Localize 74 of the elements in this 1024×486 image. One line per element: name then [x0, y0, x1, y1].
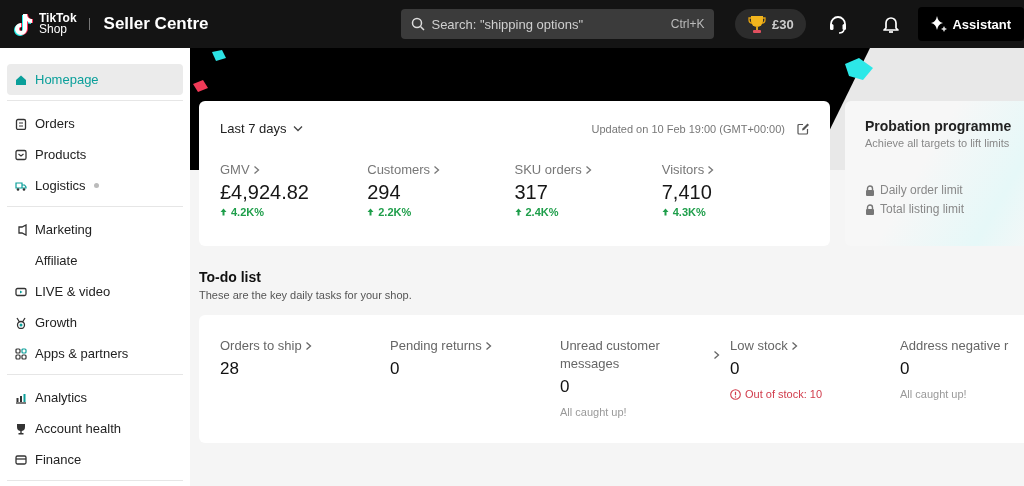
sidebar-item[interactable]: Affiliate: [7, 245, 183, 276]
chevron-icon: [252, 164, 260, 175]
chevron-icon: [433, 164, 441, 175]
sidebar-item[interactable]: Finance: [7, 444, 183, 475]
caret-icon: [292, 125, 303, 132]
task-label[interactable]: Low stock: [730, 337, 788, 355]
task-count: 0: [730, 359, 741, 379]
tray-icon: [15, 148, 27, 161]
metric-value: £4,924.82: [220, 181, 310, 204]
sidebar-item[interactable]: Growth: [7, 307, 183, 338]
metric-label[interactable]: Visitors: [661, 162, 705, 177]
sidebar-item[interactable]: LIVE & video: [7, 276, 183, 307]
megaphone-icon: [15, 223, 27, 236]
task-count: 0: [560, 377, 571, 397]
truck-icon: [15, 179, 27, 192]
sidebar-item[interactable]: Analytics: [7, 382, 183, 413]
metric-label[interactable]: Customers: [367, 162, 431, 177]
sidebar-item[interactable]: Account health: [7, 413, 183, 444]
shortcut-hint: Ctrl+K: [670, 17, 705, 31]
card-title: Probation programme: [865, 118, 1013, 134]
logo-text: Shop: [39, 24, 69, 35]
limit-label: Total listing limit: [880, 202, 965, 216]
task-note: All caught up!: [560, 406, 627, 418]
task-count: 0: [900, 359, 911, 379]
metric-change: 4.3K%: [672, 206, 706, 218]
assistant-button[interactable]: Assistant: [918, 7, 1024, 41]
task-label: Address negative r: [900, 337, 1009, 355]
trophy-icon: [748, 14, 767, 34]
task-count: 0: [390, 359, 401, 379]
site-title: Seller Centre: [103, 14, 209, 34]
section-subtitle: These are the key daily tasks for your shop.: [199, 289, 413, 301]
home-icon: [15, 73, 27, 86]
search-icon: [411, 17, 426, 31]
clipboard-icon: [15, 117, 27, 130]
alert-icon: [730, 388, 741, 400]
task-label[interactable]: Unread customer messages: [560, 337, 700, 373]
bar-chart-icon: [15, 391, 27, 404]
headset-icon[interactable]: [828, 14, 849, 34]
task-label[interactable]: Pending returns: [390, 337, 482, 355]
metric-change: 4.2K%: [231, 206, 265, 218]
metric-change: 2.2K%: [378, 206, 412, 218]
medal-icon: [15, 316, 27, 329]
grid-icon: [15, 347, 27, 360]
chevron-icon: [584, 164, 592, 175]
sidebar-item[interactable]: Logistics: [7, 170, 183, 201]
metric-value: 317: [514, 181, 549, 204]
metric-change: 2.4K%: [525, 206, 559, 218]
task-note: All caught up!: [900, 388, 967, 400]
logo-icon: [14, 12, 36, 36]
task-label[interactable]: Orders to ship: [220, 337, 302, 355]
sidebar-item[interactable]: Apps & partners: [7, 338, 183, 369]
sidebar-item[interactable]: Orders: [7, 108, 183, 139]
metric-value: 7,410: [661, 181, 713, 204]
card-subtitle: Achieve all targets to lift limits: [865, 137, 1011, 149]
metric-value: 294: [367, 181, 402, 204]
sidebar-item[interactable]: Products: [7, 139, 183, 170]
wallet-icon: [15, 453, 27, 466]
metric-label[interactable]: GMV: [220, 162, 250, 177]
updated-text: Updated on 10 Feb 19:00 (GMT+00:00): [591, 122, 785, 135]
video-icon: [15, 285, 27, 298]
logo-text: TikTok: [39, 13, 77, 24]
chevron-icon: [707, 164, 715, 175]
reward-button[interactable]: £30: [735, 9, 807, 39]
sparkle-icon: [930, 15, 949, 33]
notification-bell-icon[interactable]: [882, 14, 901, 34]
limit-label: Daily order limit: [880, 183, 963, 197]
task-count: 28: [220, 359, 240, 379]
metric-label[interactable]: SKU orders: [514, 162, 582, 177]
period-dropdown[interactable]: Last 7 days: [220, 121, 303, 136]
edit-icon[interactable]: [797, 122, 809, 135]
trophy-icon: [15, 422, 27, 435]
sidebar-item[interactable]: Marketing: [7, 214, 183, 245]
section-title: To-do list: [199, 269, 262, 285]
task-note: Out of stock: 10: [745, 388, 823, 400]
